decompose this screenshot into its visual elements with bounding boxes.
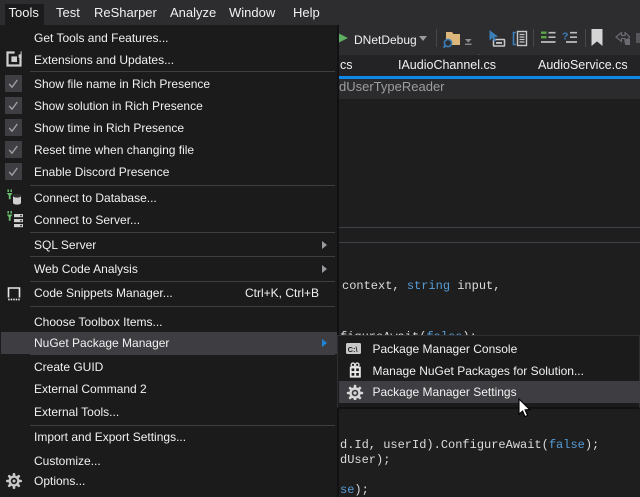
svg-text:?: ? xyxy=(562,31,568,43)
svg-text:C:\: C:\ xyxy=(348,344,359,353)
